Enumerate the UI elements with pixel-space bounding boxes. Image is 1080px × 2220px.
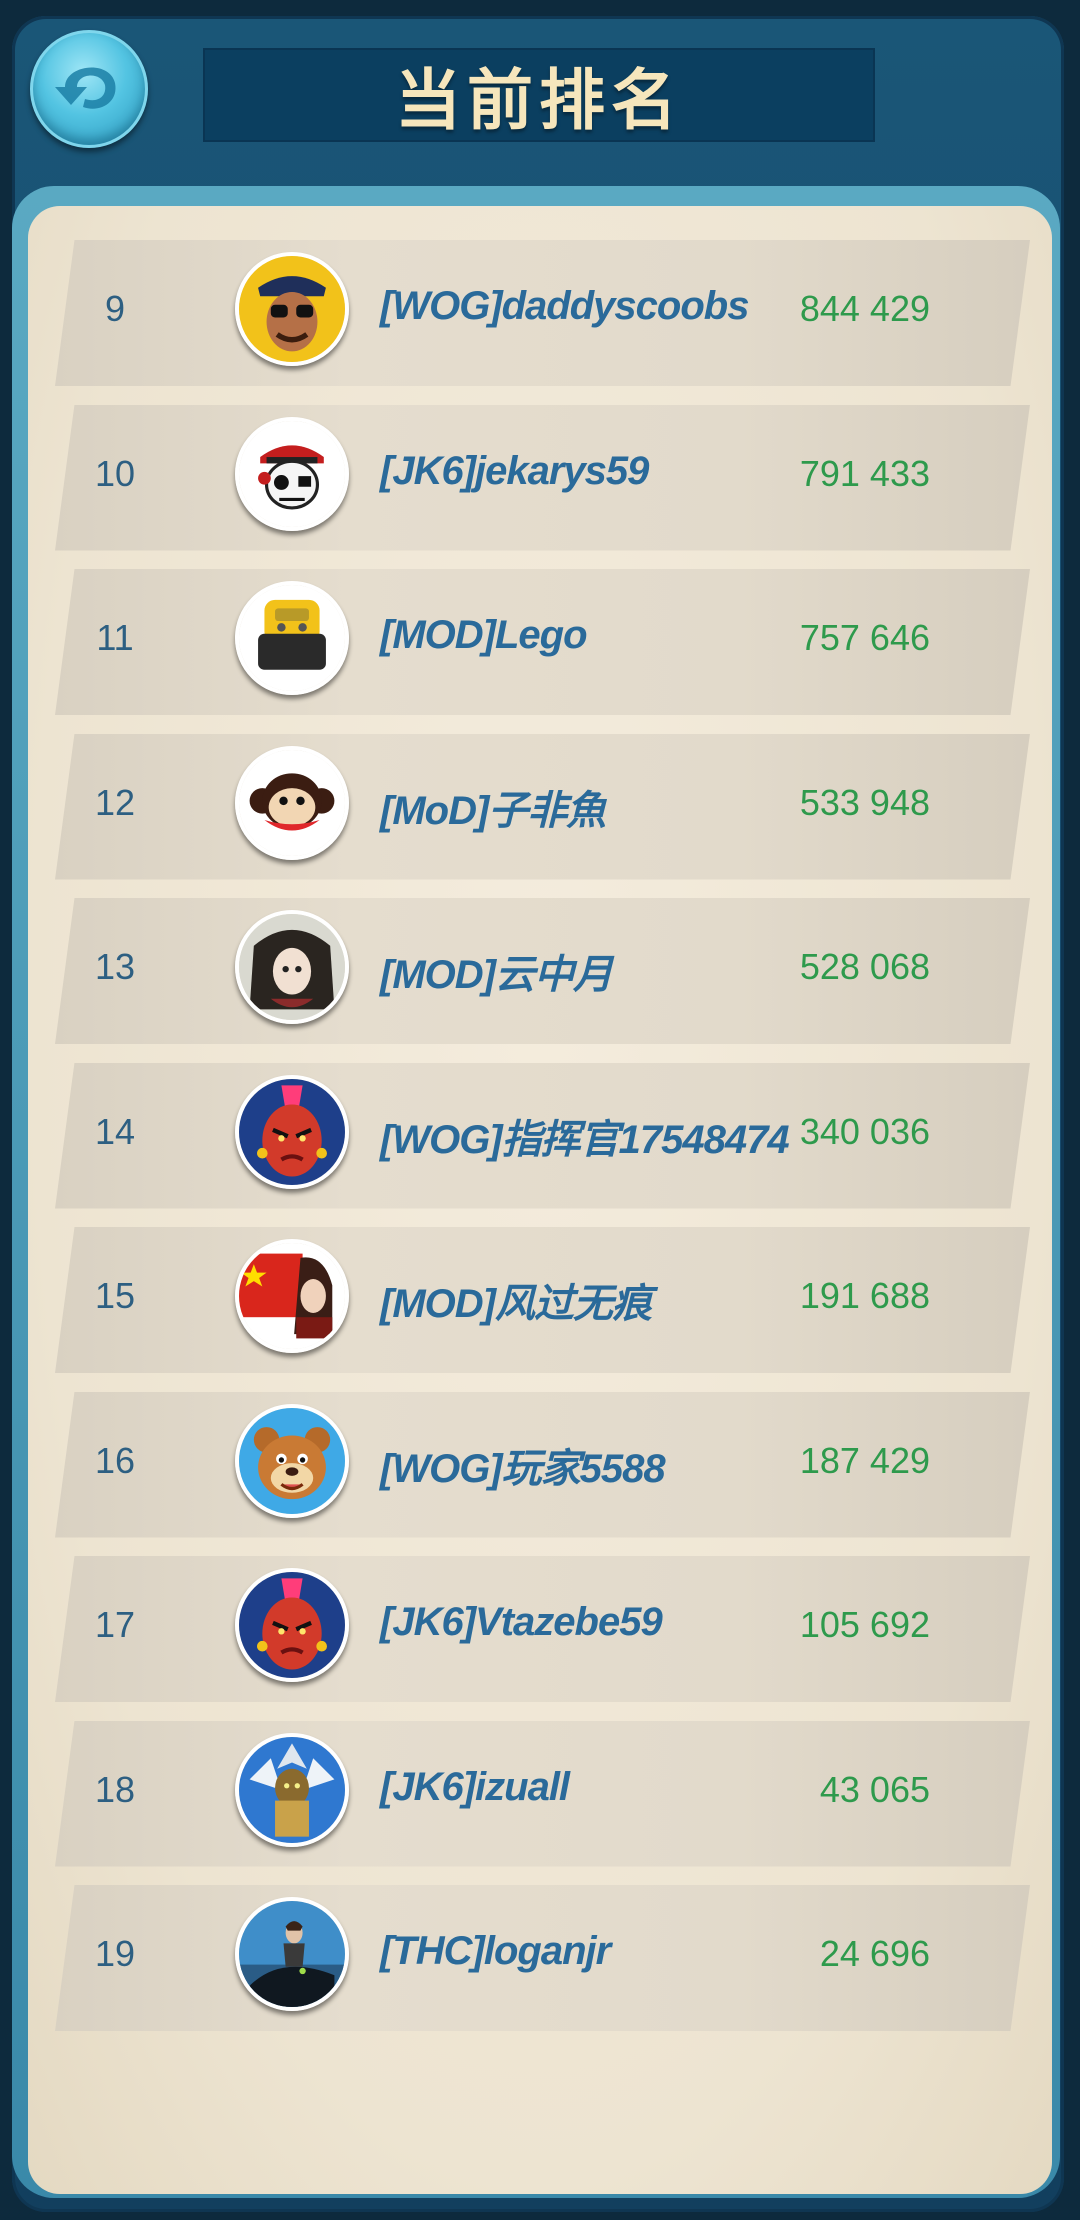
- player-name: [MOD]风过无痕: [380, 1282, 652, 1326]
- avatar-image: [239, 1243, 345, 1349]
- leaderboard-row[interactable]: 15 [MOD]风过无痕 191 688: [55, 1227, 1030, 1373]
- leaderboard-row[interactable]: 13 [MOD]云中月 528 068: [55, 898, 1030, 1044]
- avatar-image: [239, 1736, 345, 1843]
- player-name: [JK6]jekarys59: [380, 448, 649, 493]
- player-avatar[interactable]: [235, 1239, 349, 1353]
- leaderboard-row[interactable]: 9 [WOG]daddyscoobs 844 429: [55, 240, 1030, 386]
- avatar-image: [239, 749, 345, 856]
- player-score: 191 688: [799, 1275, 930, 1316]
- title-banner: 当前排名: [205, 50, 873, 140]
- avatar-image: [239, 256, 345, 362]
- player-score: 43 065: [819, 1768, 930, 1810]
- rank-number: 13: [94, 946, 136, 987]
- player-score: 340 036: [799, 1110, 930, 1152]
- avatar-image: [239, 1901, 345, 2007]
- avatar-image: [239, 914, 345, 1020]
- rank-number: 12: [94, 781, 136, 823]
- player-score: 105 692: [799, 1604, 930, 1645]
- avatar-image: [239, 1078, 345, 1185]
- player-avatar[interactable]: [235, 1403, 349, 1518]
- player-avatar[interactable]: [235, 745, 349, 860]
- player-name: [WOG]指挥官17548474: [380, 1117, 790, 1162]
- leaderboard-row[interactable]: 19 [THC]loganjr 24 696: [55, 1885, 1030, 2031]
- player-avatar[interactable]: [235, 910, 349, 1024]
- rank-number: 19: [94, 1933, 136, 1974]
- player-name: [WOG]玩家5588: [380, 1446, 666, 1491]
- player-avatar[interactable]: [235, 1568, 349, 1682]
- player-avatar[interactable]: [235, 416, 349, 531]
- player-score: 757 646: [799, 617, 930, 658]
- rank-number: 11: [96, 617, 134, 658]
- player-score: 533 948: [799, 781, 930, 823]
- player-name: [WOG]daddyscoobs: [380, 284, 749, 328]
- leaderboard-row[interactable]: 11 [MOD]Lego 757 646: [55, 569, 1030, 715]
- player-score: 844 429: [799, 288, 930, 329]
- player-score: 791 433: [799, 452, 930, 494]
- rank-number: 14: [94, 1110, 136, 1152]
- rank-number: 10: [94, 452, 136, 494]
- leaderboard-row[interactable]: 12 [MoD]子非魚 533 948: [55, 733, 1030, 880]
- player-avatar[interactable]: [235, 1074, 349, 1189]
- leaderboard-row[interactable]: 17 [JK6]Vtazebe59 105 692: [55, 1556, 1030, 1702]
- player-avatar[interactable]: [235, 1897, 349, 2011]
- back-arrow-icon: [55, 67, 116, 109]
- player-name: [MoD]子非魚: [380, 788, 606, 833]
- player-avatar[interactable]: [235, 1732, 349, 1847]
- leaderboard-row[interactable]: 10 [JK6]jekarys59 791 433: [55, 404, 1030, 551]
- rank-number: 16: [94, 1439, 136, 1481]
- rank-number: 15: [94, 1275, 136, 1316]
- page-title: 当前排名: [395, 63, 683, 137]
- player-avatar[interactable]: [235, 581, 349, 695]
- player-score: 24 696: [819, 1933, 930, 1974]
- rank-number: 9: [104, 288, 126, 329]
- rank-number: 18: [94, 1768, 136, 1810]
- avatar-image: [239, 585, 345, 691]
- player-score: 528 068: [799, 946, 930, 987]
- avatar-image: [239, 1572, 345, 1678]
- avatar-image: [239, 420, 345, 527]
- rank-number: 17: [94, 1604, 136, 1645]
- player-name: [JK6]Vtazebe59: [380, 1600, 663, 1644]
- leaderboard-row[interactable]: 14 [WOG]指挥官17548474 340 036: [55, 1062, 1030, 1209]
- back-button[interactable]: [30, 30, 148, 148]
- avatar-image: [239, 1407, 345, 1514]
- leaderboard-row[interactable]: 18 [JK6]izuall 43 065: [55, 1720, 1030, 1867]
- leaderboard-row[interactable]: 16 [WOG]玩家5588 187 429: [55, 1391, 1030, 1538]
- player-name: [MOD]云中月: [380, 953, 613, 997]
- player-score: 187 429: [799, 1439, 930, 1481]
- player-name: [JK6]izuall: [380, 1764, 570, 1809]
- player-name: [MOD]Lego: [380, 613, 588, 657]
- player-avatar[interactable]: [235, 252, 349, 366]
- player-name: [THC]loganjr: [380, 1929, 611, 1973]
